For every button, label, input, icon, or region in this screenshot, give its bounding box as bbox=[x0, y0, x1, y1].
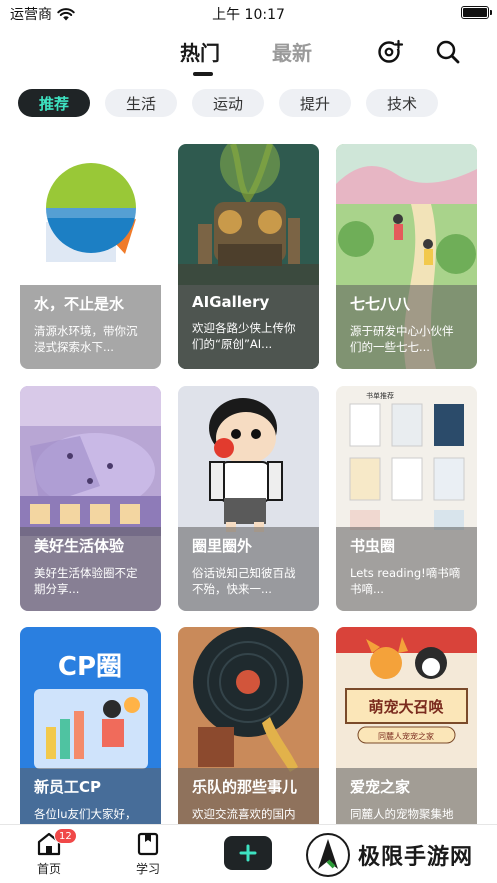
card-water[interactable]: 水，不止是水 清源水环境，带你沉浸式探索水下... bbox=[20, 144, 161, 369]
watermark-text: 极限手游网 bbox=[358, 844, 474, 870]
card-info: 圈里圈外 俗话说知己知彼百战不殆，快来一... bbox=[178, 527, 319, 611]
card-info: 新员工CP 各位lu友们大家好，这里是新员工... bbox=[20, 768, 161, 824]
create-post-button[interactable] bbox=[224, 836, 272, 870]
nav-study[interactable]: 学习 bbox=[118, 831, 178, 877]
status-bar: 运营商 上午 10:17 bbox=[0, 0, 497, 26]
card-info: 乐队的那些事儿 欢迎交流喜欢的国内外乐队 bbox=[178, 768, 319, 824]
card-new-employee[interactable]: CP圈 新员工CP 各位lu友们大家好，这里是新员工... bbox=[20, 627, 161, 824]
card-title: 书虫圈 bbox=[350, 537, 396, 555]
status-time: 上午 10:17 bbox=[212, 7, 285, 23]
card-title: 美好生活体验 bbox=[34, 537, 125, 555]
card-title: 水，不止是水 bbox=[34, 295, 125, 313]
category-improve[interactable]: 提升 bbox=[279, 89, 351, 117]
card-title: 新员工CP bbox=[34, 778, 102, 796]
community-grid: 水，不止是水 清源水环境，带你沉浸式探索水下... AIGallery 欢迎各路… bbox=[20, 144, 477, 824]
card-desc: 美好生活体验圈不定期分享... bbox=[34, 566, 138, 596]
category-sports[interactable]: 运动 bbox=[192, 89, 264, 117]
books-header: 书单推荐 bbox=[366, 391, 394, 400]
card-aigallery[interactable]: AIGallery 欢迎各路少侠上传你们的“原创”AI... bbox=[178, 144, 319, 369]
tab-new[interactable]: 最新 bbox=[272, 37, 312, 66]
card-pet-home[interactable]: 萌宠大召唤 同麓人宠宠之家 爱宠之家 同麓人的宠物聚集地 bbox=[336, 627, 477, 824]
card-circle-inout[interactable]: 圈里圈外 俗话说知己知彼百战不殆，快来一... bbox=[178, 386, 319, 611]
book-icon bbox=[137, 832, 159, 856]
card-desc: 欢迎交流喜欢的国内外乐队 bbox=[192, 807, 296, 824]
card-band[interactable]: 乐队的那些事儿 欢迎交流喜欢的国内外乐队 bbox=[178, 627, 319, 824]
card-desc: 源于研发中心小伙伴们的一些七七... bbox=[350, 324, 454, 354]
card-desc: 俗话说知己知彼百战不殆，快来一... bbox=[192, 566, 296, 596]
card-info: AIGallery 欢迎各路少侠上传你们的“原创”AI... bbox=[178, 285, 319, 369]
header: 热门 最新 bbox=[0, 30, 497, 78]
card-info: 水，不止是水 清源水环境，带你沉浸式探索水下... bbox=[20, 285, 161, 369]
card-desc: 同麓人的宠物聚集地 bbox=[350, 807, 454, 821]
category-life[interactable]: 生活 bbox=[105, 89, 177, 117]
watermark: 极限手游网 bbox=[298, 826, 497, 883]
card-title: 乐队的那些事儿 bbox=[192, 778, 298, 796]
add-circle-icon[interactable] bbox=[376, 38, 404, 66]
notification-badge: 12 bbox=[54, 828, 77, 844]
tab-hot[interactable]: 热门 bbox=[180, 37, 220, 66]
card-info: 美好生活体验 美好生活体验圈不定期分享... bbox=[20, 527, 161, 611]
card-title: 圈里圈外 bbox=[192, 537, 253, 555]
category-tech[interactable]: 技术 bbox=[366, 89, 438, 117]
card-desc: 各位lu友们大家好，这里是新员工... bbox=[34, 807, 137, 824]
card-desc: 清源水环境，带你沉浸式探索水下... bbox=[34, 324, 138, 354]
card-info: 七七八八 源于研发中心小伙伴们的一些七七... bbox=[336, 285, 477, 369]
nav-home-label: 首页 bbox=[36, 862, 61, 876]
card-info: 爱宠之家 同麓人的宠物聚集地 bbox=[336, 768, 477, 824]
plus-icon bbox=[239, 844, 257, 862]
card-info: 书虫圈 Lets reading!嘀书嘀书嘀... bbox=[336, 527, 477, 611]
tab-active-indicator bbox=[193, 72, 213, 76]
card-title: 爱宠之家 bbox=[350, 778, 411, 796]
watermark-logo-icon bbox=[306, 832, 350, 877]
card-desc: 欢迎各路少侠上传你们的“原创”AI... bbox=[192, 321, 296, 351]
card-title: AIGallery bbox=[192, 293, 270, 311]
cp-logo-text: CP圈 bbox=[58, 652, 122, 682]
category-recommend[interactable]: 推荐 bbox=[18, 89, 90, 117]
nav-home[interactable]: 12 首页 bbox=[19, 828, 79, 877]
card-title: 七七八八 bbox=[350, 295, 411, 313]
card-good-life[interactable]: 美好生活体验 美好生活体验圈不定期分享... bbox=[20, 386, 161, 611]
pet-banner-sub: 同麓人宠宠之家 bbox=[378, 731, 434, 741]
battery-icon bbox=[461, 6, 492, 19]
pet-banner-text: 萌宠大召唤 bbox=[368, 698, 443, 716]
card-qiqibaba[interactable]: 七七八八 源于研发中心小伙伴们的一些七七... bbox=[336, 144, 477, 369]
category-bar: 推荐 生活 运动 提升 技术 bbox=[18, 89, 438, 117]
nav-study-label: 学习 bbox=[135, 862, 160, 876]
card-bookworm[interactable]: 书单推荐 书虫圈 Lets reading!嘀书嘀书嘀... bbox=[336, 386, 477, 611]
search-icon[interactable] bbox=[434, 38, 462, 66]
card-desc: Lets reading!嘀书嘀书嘀... bbox=[350, 566, 461, 596]
